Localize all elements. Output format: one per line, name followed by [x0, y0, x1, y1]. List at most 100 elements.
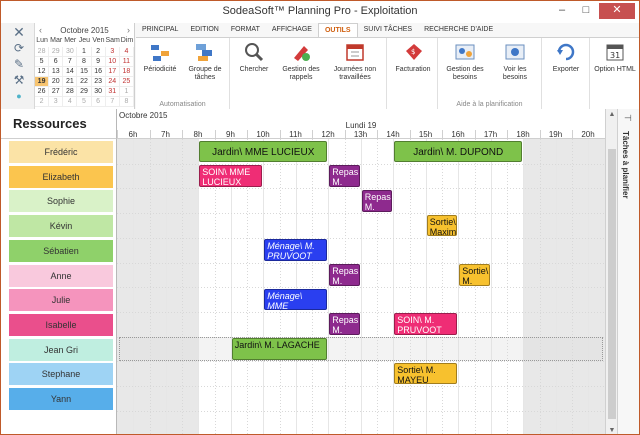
prev-month-icon[interactable]: ‹ [39, 25, 42, 35]
journees-button[interactable]: Journées non travaillées [330, 42, 380, 82]
resource-row[interactable]: Isabelle [9, 313, 113, 336]
calendar-day[interactable]: 28 [63, 87, 78, 97]
calendar-day[interactable]: 1 [119, 87, 134, 97]
close-window-button[interactable]: ✕ [599, 3, 635, 19]
calendar-day[interactable]: 20 [49, 77, 64, 87]
voir-besoins-button[interactable]: Voir les besoins [492, 42, 538, 82]
schedule-event[interactable]: Jardin\ MME LUCIEUX [199, 140, 328, 163]
resource-row[interactable]: Elizabeth [9, 165, 113, 188]
next-month-icon[interactable]: › [127, 25, 130, 35]
calendar-day[interactable]: 28 [35, 47, 50, 57]
calendar-day[interactable]: 26 [35, 87, 50, 97]
tab-outils[interactable]: OUTILS [317, 23, 358, 37]
calendar-day[interactable]: 1 [77, 47, 92, 57]
calendar-day[interactable]: 30 [91, 87, 106, 97]
schedule-grid[interactable]: Jardin\ MME LUCIEUX Jardin\ M. DUPOND SOIN… [117, 139, 605, 434]
calendar-day[interactable]: 7 [105, 97, 120, 107]
calendar-day[interactable]: 4 [119, 47, 134, 57]
schedule-event[interactable]: Repas M. [329, 264, 360, 286]
schedule-event[interactable]: Jardin\ M. LAGACHE [231, 338, 328, 360]
calendar-day[interactable]: 21 [63, 77, 78, 87]
calendar-day[interactable]: 10 [105, 57, 120, 67]
rappels-button[interactable]: Gestion des rappels [278, 42, 324, 82]
calendar-day[interactable]: 29 [49, 47, 64, 57]
resource-row[interactable]: Sébatien [9, 239, 113, 262]
calendar-day[interactable]: 8 [77, 57, 92, 67]
calendar-day[interactable]: 6 [91, 97, 106, 107]
calendar-day[interactable]: 13 [49, 67, 64, 77]
tools-icon[interactable]: ✎ [12, 57, 26, 71]
close-icon[interactable]: ✕ [12, 25, 26, 39]
resource-row[interactable]: Frédéric [9, 141, 113, 163]
tab-format[interactable]: FORMAT [225, 23, 266, 37]
calendar-day[interactable]: 30 [63, 47, 78, 57]
calendar-day[interactable]: 29 [77, 87, 92, 97]
calendar-day[interactable]: 2 [91, 47, 106, 57]
resource-row[interactable]: Julie [9, 289, 113, 312]
tab-edition[interactable]: EDITION [184, 23, 224, 37]
wrench-icon[interactable]: ⚒ [12, 73, 26, 87]
maximize-button[interactable]: □ [575, 3, 597, 19]
calendar-day[interactable]: 9 [91, 57, 106, 67]
facturation-button[interactable]: $ Facturation [391, 42, 435, 74]
calendar-day[interactable]: 5 [35, 57, 50, 67]
scroll-thumb[interactable] [608, 149, 616, 419]
calendar-day[interactable]: 17 [105, 67, 120, 77]
schedule-event[interactable]: Repas M. [329, 165, 360, 187]
selected-row[interactable] [119, 337, 603, 362]
besoins-button[interactable]: Gestion des besoins [440, 42, 490, 82]
calendar-day[interactable]: 16 [91, 67, 106, 77]
calendar-day[interactable]: 3 [105, 47, 120, 57]
tab-affichage[interactable]: AFFICHAGE [266, 23, 318, 37]
calendar-day[interactable]: 24 [105, 77, 120, 87]
groupe-taches-button[interactable]: Groupe de tâches [184, 42, 226, 82]
schedule-event[interactable]: SOIN\ M. PRUVOOT [394, 313, 458, 336]
tab-suivi-t-ches[interactable]: SUIVI TÂCHES [358, 23, 419, 37]
calendar-day[interactable]: 11 [119, 57, 134, 67]
periodicite-button[interactable]: Périodicité [140, 42, 180, 74]
resource-row[interactable]: Yann [9, 388, 113, 410]
calendar-day[interactable]: 19 [35, 77, 50, 87]
calendar-day[interactable]: 12 [35, 67, 50, 77]
calendar-day[interactable]: 4 [63, 97, 78, 107]
schedule-event[interactable]: Jardin\ M. DUPOND [394, 140, 523, 163]
dot-icon[interactable]: ● [12, 89, 26, 103]
calendar-day[interactable]: 7 [63, 57, 78, 67]
pin-icon[interactable]: ⊣ [624, 113, 632, 124]
calendar-day[interactable]: 27 [49, 87, 64, 97]
calendar-day[interactable]: 22 [77, 77, 92, 87]
tab-recherche-d-aide[interactable]: RECHERCHE D'AIDE [418, 23, 499, 37]
calendar-day[interactable]: 14 [63, 67, 78, 77]
schedule-event[interactable]: SOIN\ MME LUCIEUX [199, 165, 263, 187]
calendar-day[interactable]: 8 [119, 97, 134, 107]
schedule-event[interactable]: Repas M. [329, 313, 360, 336]
calendar-day[interactable]: 18 [119, 67, 134, 77]
schedule-event[interactable]: Ménage\ M. PRUVOOT [264, 239, 328, 261]
minimize-button[interactable]: – [551, 3, 573, 19]
option-html-button[interactable]: 31 Option HTML [592, 42, 638, 74]
schedule-event[interactable]: Ménage\ MME [264, 288, 328, 311]
calendar-day[interactable]: 6 [49, 57, 64, 67]
calendar-day[interactable]: 23 [91, 77, 106, 87]
side-panel[interactable]: ⊣ Tâches à planifier [617, 109, 639, 434]
resource-row[interactable]: Stephane [9, 363, 113, 386]
calendar-day[interactable]: 25 [119, 77, 134, 87]
resource-row[interactable]: Kévin [9, 215, 113, 238]
resource-row[interactable]: Jean Gri [9, 338, 113, 361]
calendar-day[interactable]: 31 [105, 87, 120, 97]
calendar-day[interactable]: 15 [77, 67, 92, 77]
chercher-button[interactable]: Chercher [236, 42, 272, 74]
calendar-day[interactable]: 2 [35, 97, 50, 107]
exporter-button[interactable]: Exporter [546, 42, 586, 74]
tab-principal[interactable]: PRINCIPAL [136, 23, 184, 37]
resource-row[interactable]: Sophie [9, 190, 113, 213]
schedule-event[interactable]: Sortie\ M. [459, 264, 490, 286]
calendar-day[interactable]: 5 [77, 97, 92, 107]
calendar-day[interactable]: 3 [49, 97, 64, 107]
schedule-event[interactable]: Repas M. [361, 189, 393, 212]
schedule-event[interactable]: Sortie\ M. MAYEU [394, 362, 458, 385]
resource-row[interactable]: Anne [9, 264, 113, 287]
refresh-icon[interactable]: ⟳ [12, 41, 26, 55]
vertical-scrollbar[interactable]: ▲ ▼ [605, 109, 617, 434]
schedule-event[interactable]: Sortie\ Maxime [426, 214, 458, 237]
